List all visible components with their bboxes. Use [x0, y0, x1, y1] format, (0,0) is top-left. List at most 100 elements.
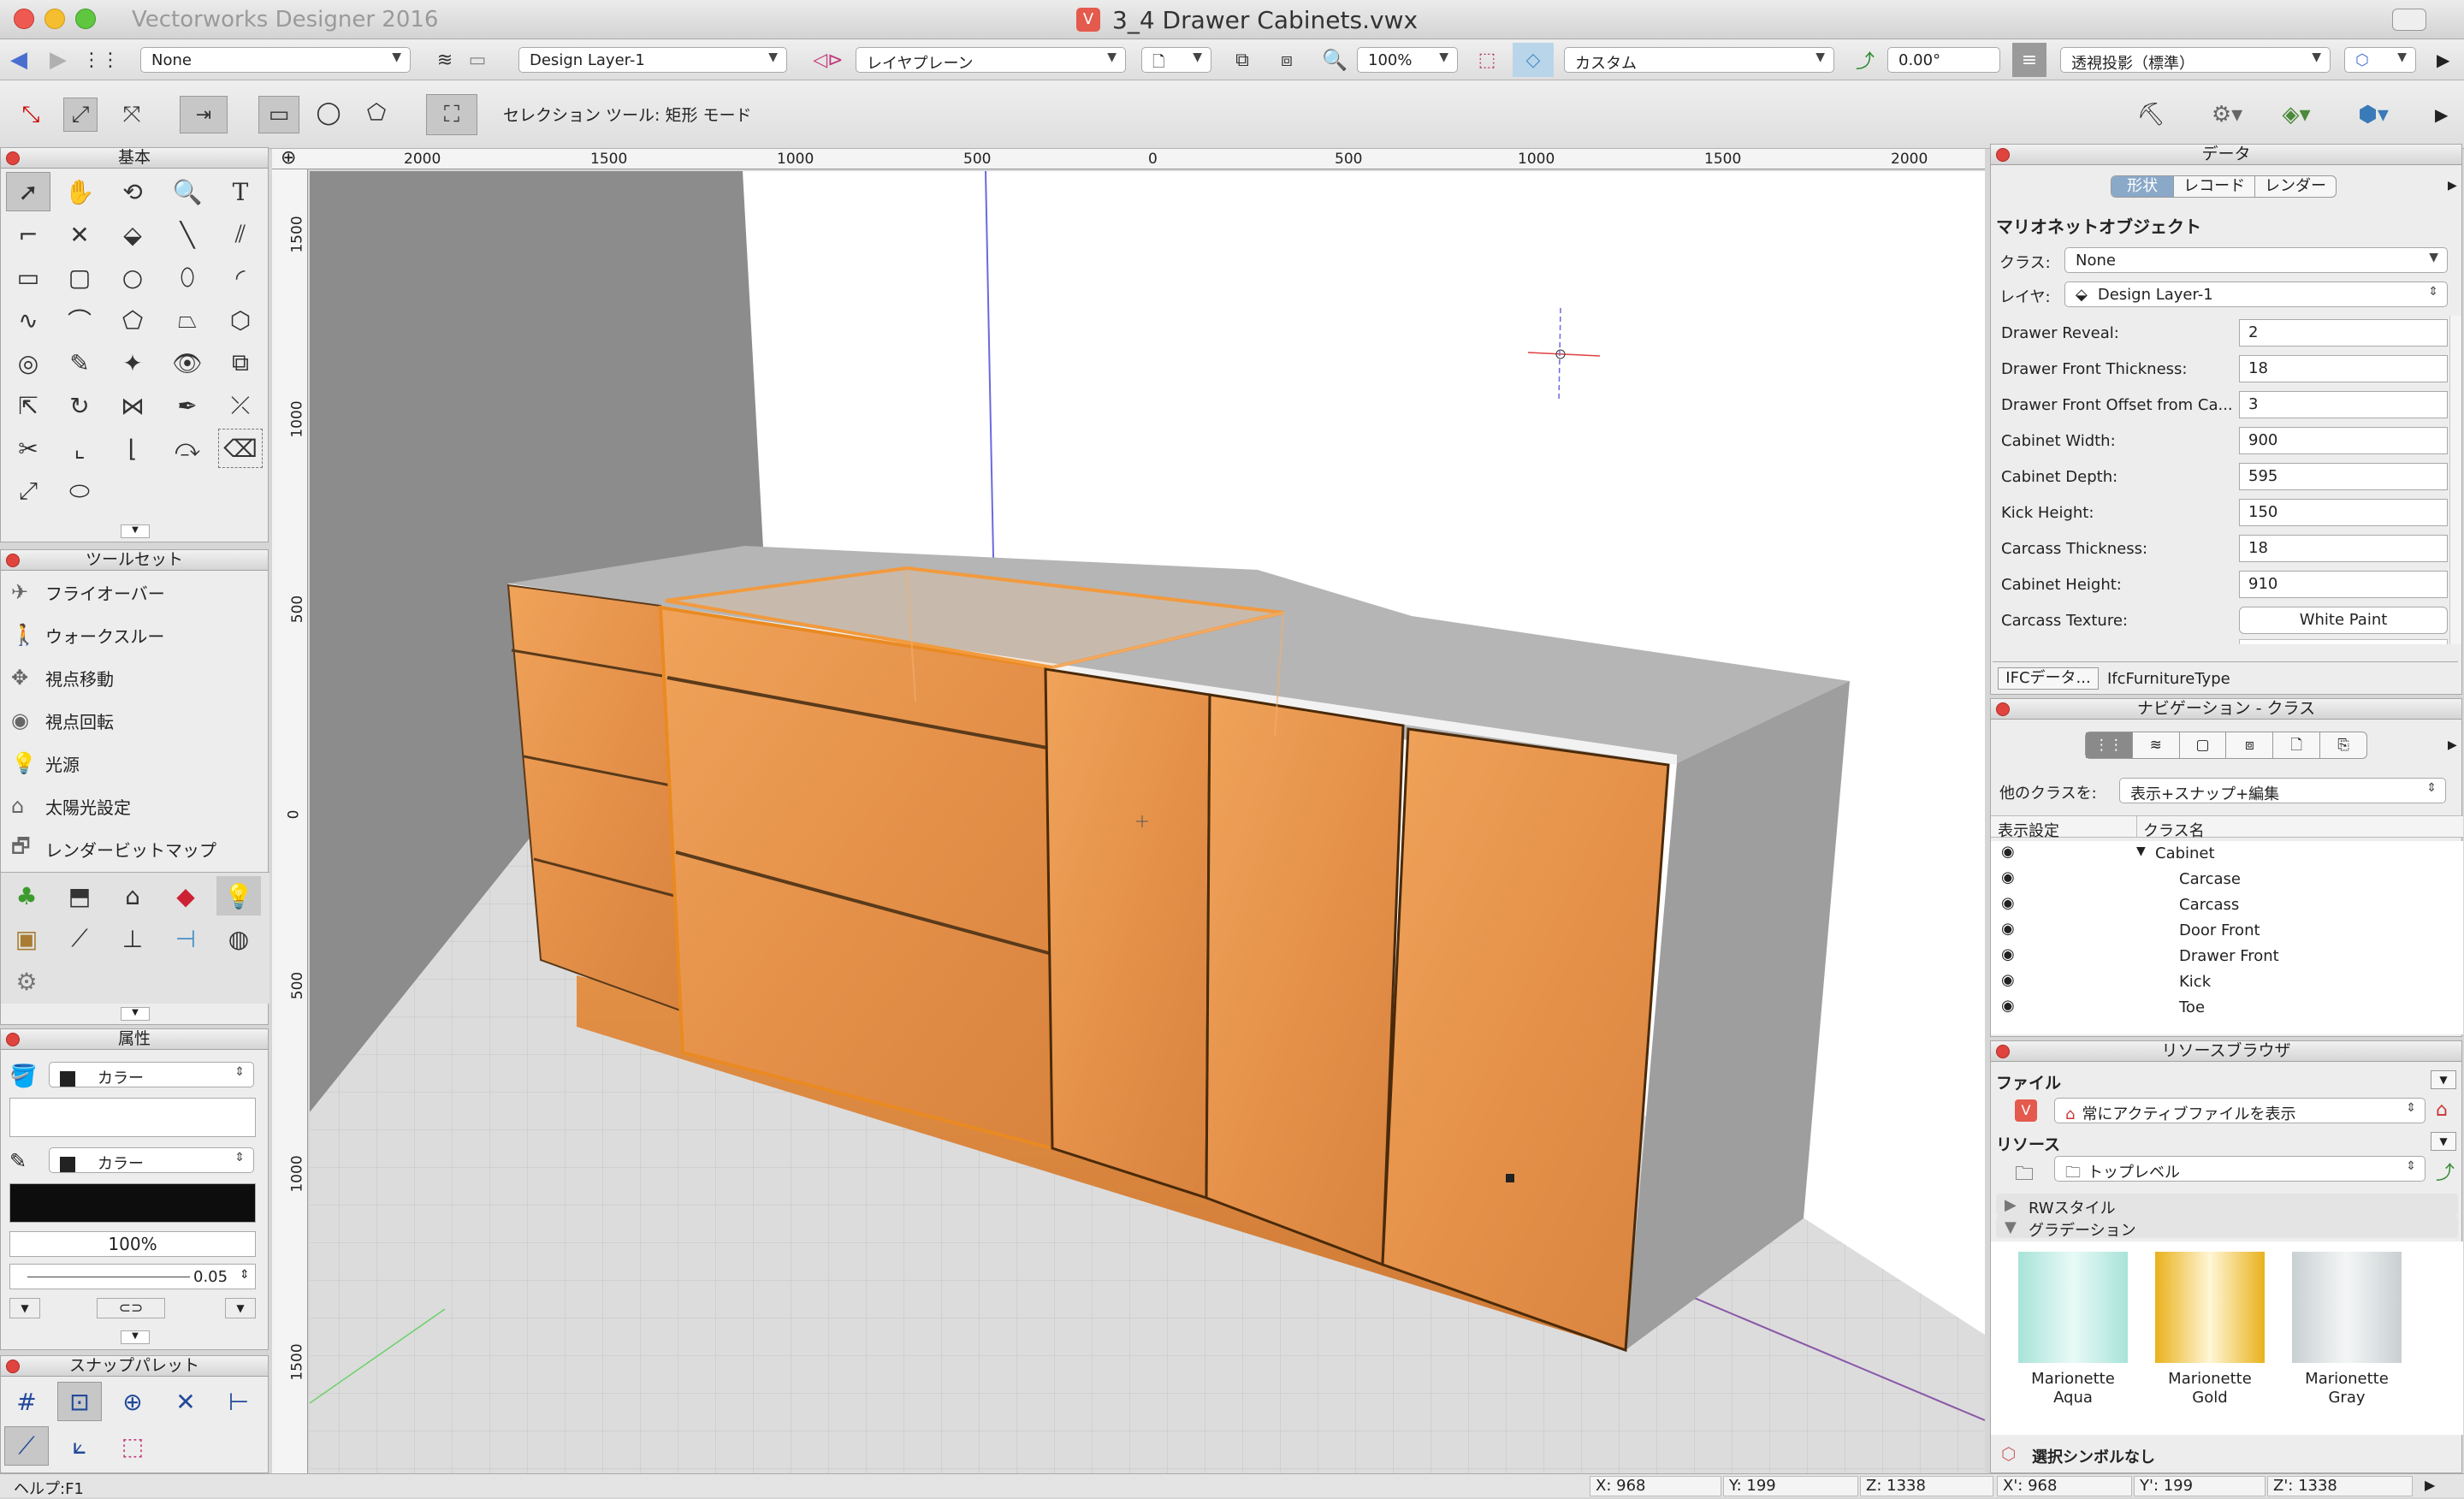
eye-icon[interactable]: ◉ — [2001, 945, 2015, 963]
marionette-set-icon[interactable]: ⚙ — [4, 962, 49, 1001]
detailing-set-icon[interactable]: ▣ — [4, 919, 49, 958]
project-sharing-icon[interactable]: ⬢▾ — [2343, 98, 2404, 132]
toolset-item[interactable]: ◉ 視点回転 — [1, 699, 270, 742]
active-class-select[interactable]: None ▼ — [140, 47, 411, 73]
class-row[interactable]: ◉ Carcass — [1991, 892, 2453, 918]
eye-icon[interactable]: ◉ — [2001, 997, 2015, 1015]
start-marker-select[interactable]: ▼ — [9, 1298, 40, 1318]
locus-tool-icon[interactable]: ✕ — [57, 215, 102, 254]
snap-working-plane-icon[interactable]: ⬚ — [110, 1426, 155, 1466]
y-prime-coordinate-field[interactable]: Y': 199 — [2134, 1476, 2266, 1496]
marionette-tool-icon[interactable]: ⬭ — [57, 471, 102, 511]
callout-tool-icon[interactable]: ⌐ — [6, 215, 50, 254]
class-row[interactable]: ◉ Door Front — [1991, 918, 2453, 944]
class-name-column-header[interactable]: クラス名 — [2143, 819, 2205, 841]
preferences-menu-icon[interactable]: ⚙▾ — [2197, 98, 2257, 132]
rotate-tool-icon[interactable]: ↻ — [57, 386, 102, 425]
close-palette-button[interactable] — [6, 151, 20, 165]
circle-tool-icon[interactable]: ○ — [110, 258, 155, 297]
projection-icon[interactable]: ≡ — [2012, 43, 2046, 77]
visualization-set-icon[interactable]: 💡 — [216, 876, 261, 915]
building-services-set-icon[interactable]: ⊣ — [163, 919, 208, 958]
parameter-value-field[interactable]: 2 — [2239, 319, 2448, 347]
page-select[interactable]: 🗋 ▼ — [1141, 47, 1211, 73]
nav-references-icon[interactable]: ⎘ — [2319, 732, 2366, 758]
resource-item[interactable]: Marionette Gold — [2141, 1250, 2278, 1426]
single-object-scaling-icon[interactable]: ⤢ — [63, 98, 98, 132]
parameter-value-field[interactable]: 595 — [2239, 463, 2448, 490]
furniture-set-icon[interactable]: ⌂ — [110, 876, 155, 915]
object-class-select[interactable]: None ▼ — [2064, 247, 2448, 273]
plane-select[interactable]: レイヤプレーン ▼ — [856, 47, 1126, 73]
navigation-menu-icon[interactable]: ▶ — [2448, 738, 2457, 752]
class-row-cabinet[interactable]: ◉ ▼ Cabinet — [1991, 841, 2453, 867]
close-palette-button[interactable] — [6, 1360, 20, 1373]
stake-tool-icon[interactable]: ⬙ — [110, 215, 155, 254]
line-thickness-select[interactable]: 0.05 ⇕ — [9, 1264, 256, 1289]
3d-modeling-set-icon[interactable]: ◆ — [163, 876, 208, 915]
tab-shape[interactable]: 形状 — [2112, 176, 2174, 197]
end-marker-select[interactable]: ▼ — [225, 1298, 256, 1318]
folder-row-rwstyles[interactable]: ▶ RWスタイル — [1996, 1194, 2458, 1218]
double-polygon-tool-icon[interactable]: ⏢ — [165, 300, 210, 340]
snap-intersection-icon[interactable]: ✕ — [163, 1382, 208, 1421]
layer-options-icon[interactable]: ≋ — [428, 43, 462, 77]
close-palette-button[interactable] — [6, 1033, 20, 1046]
line-tool-icon[interactable]: ╲ — [165, 215, 210, 254]
class-row[interactable]: ◉ Drawer Front — [1991, 944, 2453, 969]
status-bar-more-icon[interactable]: ▶ — [2425, 1477, 2435, 1493]
zoom-field[interactable]: 100% ▼ — [1357, 47, 1458, 73]
render-menu-icon[interactable]: ◈▾ — [2266, 98, 2327, 132]
opacity-field[interactable]: 100% — [9, 1231, 256, 1257]
nav-saved-views-icon[interactable]: 🗋 — [2272, 732, 2319, 758]
eye-icon[interactable]: ◉ — [2001, 894, 2015, 912]
visibility-tool-icon[interactable]: 👁 — [165, 343, 210, 382]
x-prime-coordinate-field[interactable]: X': 968 — [1997, 1476, 2132, 1496]
lock-aspect-icon[interactable]: ⛶ — [426, 94, 477, 135]
fit-to-objects-icon[interactable]: ⧉ — [1225, 43, 1259, 77]
working-plane-icon[interactable]: ◁⊳ — [803, 43, 854, 77]
snap-angle-icon[interactable]: ⊕ — [110, 1382, 155, 1421]
class-row[interactable]: ◉ Carcase — [1991, 867, 2453, 892]
snap-grid-icon[interactable]: # — [4, 1382, 49, 1421]
freehand-tool-icon[interactable]: ∿ — [6, 300, 50, 340]
nav-viewports-icon[interactable]: ⧈ — [2225, 732, 2272, 758]
eyedropper-tool-icon[interactable]: ✎ — [57, 343, 102, 382]
attribute-mapping-tool-icon[interactable]: ⇱ — [6, 386, 50, 425]
rectangle-tool-icon[interactable]: ▭ — [6, 258, 50, 297]
z-coordinate-field[interactable]: Z: 1338 — [1860, 1476, 1993, 1496]
arc-tool-icon[interactable]: ◜ — [218, 258, 263, 297]
parameter-value-field[interactable]: 910 — [2239, 571, 2448, 598]
render-mode-select[interactable]: カスタム ▼ — [1564, 47, 1834, 73]
folder-row-gradients[interactable]: ▼ グラデーション — [1996, 1216, 2458, 1240]
file-menu-button[interactable]: ▼ — [2431, 1070, 2456, 1089]
fasteners-set-icon[interactable]: ◍ — [216, 919, 261, 958]
home-icon[interactable]: ⌂ — [2436, 1099, 2448, 1121]
collapse-basic-icon[interactable]: ▼ — [121, 524, 150, 538]
lasso-marquee-icon[interactable]: ◯ — [311, 96, 346, 130]
polygon-tool-icon[interactable]: ⬠ — [110, 300, 155, 340]
collapse-attributes-icon[interactable]: ▼ — [121, 1330, 150, 1344]
parameter-value-field[interactable]: 150 — [2239, 499, 2448, 526]
eye-icon[interactable]: ◉ — [2001, 843, 2015, 861]
toolset-item[interactable]: 🚶 ウォークスルー — [1, 613, 270, 656]
toolset-item[interactable]: 🗗 レンダービットマップ — [1, 827, 270, 870]
disable-interactive-scaling-icon[interactable]: ⤡ — [14, 98, 48, 132]
tab-render[interactable]: レンダー — [2254, 176, 2336, 197]
resource-item[interactable]: Marionette Aqua — [2005, 1250, 2141, 1426]
rotation-field[interactable]: 0.00° — [1887, 47, 2000, 73]
minimize-window-button[interactable] — [44, 9, 65, 29]
flyover-tool-icon[interactable]: ⟲ — [110, 172, 155, 211]
trim-tool-icon[interactable]: ⤫ — [218, 386, 263, 425]
toolset-item[interactable]: 💡 光源 — [1, 742, 270, 785]
resource-location-select[interactable]: 🗀 トップレベル ⇕ — [2054, 1156, 2426, 1182]
rotation-icon[interactable]: ⤴ — [1848, 43, 1882, 77]
rounded-rectangle-tool-icon[interactable]: ▢ — [57, 258, 102, 297]
projection-select[interactable]: 透視投影（標準） ▼ — [2060, 47, 2331, 73]
polyline-tool-icon[interactable]: ⌒ — [57, 300, 102, 340]
double-line-tool-icon[interactable]: ⫽ — [218, 215, 263, 254]
render-mode-icon[interactable]: ◇ — [1513, 43, 1554, 77]
y-coordinate-field[interactable]: Y: 199 — [1723, 1476, 1858, 1496]
regular-polygon-tool-icon[interactable]: ⬡ — [218, 300, 263, 340]
selection-tool-icon[interactable]: ➚ — [6, 172, 50, 211]
